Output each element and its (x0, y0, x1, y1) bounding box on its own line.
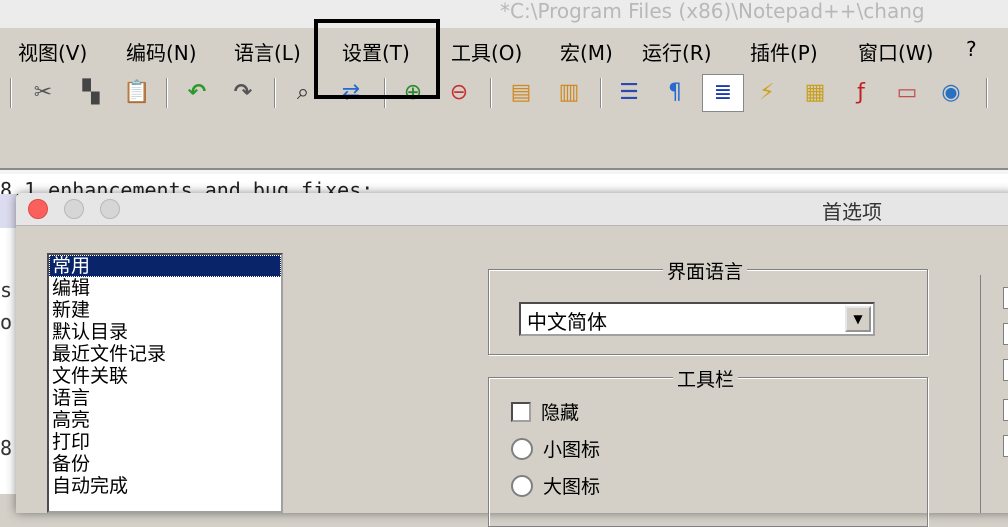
copy-icon[interactable]: ▚ (76, 78, 106, 108)
menu-tools[interactable]: 工具(O) (451, 37, 522, 66)
category-list[interactable]: 常用 编辑 新建 默认目录 最近文件记录 文件关联 语言 高亮 打印 备份 自动… (47, 253, 283, 513)
window-titlebar: *C:\Program Files (x86)\Notepad++\chang (0, 0, 1008, 28)
large-icons-option[interactable]: 大图标 (511, 472, 600, 499)
dialog-titlebar: 首选项 (16, 193, 1008, 226)
menu-language[interactable]: 语言(L) (234, 37, 301, 66)
current-line-highlight (0, 194, 16, 228)
minimize-icon[interactable] (64, 199, 84, 219)
undo-icon[interactable]: ↶ (182, 78, 212, 108)
dialog-title: 首选项 (822, 200, 882, 224)
hide-toolbar-option[interactable]: 隐藏 (511, 398, 579, 425)
redo-icon[interactable]: ↷ (228, 78, 258, 108)
category-highlighting[interactable]: 高亮 (49, 409, 281, 431)
paste-icon[interactable]: 📋 (122, 78, 152, 108)
toolbar-separator (600, 78, 602, 108)
category-recent-files[interactable]: 最近文件记录 (49, 343, 281, 365)
ui-language-label: 界面语言 (663, 257, 748, 284)
category-general[interactable]: 常用 (49, 255, 281, 277)
large-icons-label: 大图标 (543, 476, 601, 498)
toolbar-separator (166, 78, 168, 108)
editor-gutter-char: o (0, 310, 13, 334)
cut-icon[interactable]: ✂ (28, 78, 58, 108)
ui-language-group: 界面语言 中文简体 ▼ (488, 257, 928, 355)
folder-workspace-icon[interactable]: ▭ (892, 78, 922, 108)
option-checkbox[interactable] (1003, 435, 1008, 457)
menu-bar: 视图(V) 编码(N) 语言(L) 设置(T) 工具(O) 宏(M) 运行(R)… (0, 28, 1008, 70)
settings-menu-highlight-box (314, 19, 440, 99)
hide-toolbar-checkbox[interactable] (511, 401, 531, 422)
window-title: *C:\Program Files (x86)\Notepad++\chang (500, 0, 925, 23)
menu-window[interactable]: 窗口(W) (858, 37, 933, 66)
menu-macro[interactable]: 宏(M) (560, 37, 613, 66)
chevron-down-icon[interactable]: ▼ (845, 306, 871, 332)
menu-plugins[interactable]: 插件(P) (750, 37, 818, 66)
toolbar-options-group: 工具栏 隐藏 小图标 大图标 (488, 365, 928, 527)
zoom-out-icon[interactable]: ⊖ (444, 78, 474, 108)
show-all-chars-icon[interactable]: ¶ (660, 78, 690, 108)
category-backup[interactable]: 备份 (49, 453, 281, 475)
user-language-icon[interactable]: ⚡ (752, 78, 782, 108)
option-checkbox[interactable] (1003, 399, 1008, 421)
option-checkbox[interactable] (1003, 323, 1008, 345)
category-default-dir[interactable]: 默认目录 (49, 321, 281, 343)
editor-gutter-char: s (0, 278, 13, 302)
toolbar: ✂ ▚ 📋 ↶ ↷ ⌕ ⇄ ⊕ ⊖ ▤ ▥ ☰ ¶ ≣ ⚡ ▦ ƒ ▭ ◉ (0, 70, 1008, 116)
toolbar-group-label: 工具栏 (673, 365, 739, 392)
ui-language-value: 中文简体 (527, 310, 607, 334)
editor-gutter-char: 8 (0, 436, 13, 460)
toolbar-separator (490, 78, 492, 108)
preferences-dialog: 首选项 常用 编辑 新建 默认目录 最近文件记录 文件关联 语言 高亮 打印 备… (16, 193, 1008, 527)
hide-toolbar-label: 隐藏 (541, 402, 580, 424)
small-icons-label: 小图标 (543, 439, 601, 461)
category-print[interactable]: 打印 (49, 431, 281, 453)
close-icon[interactable] (28, 199, 48, 219)
monitoring-icon[interactable]: ◉ (936, 78, 966, 108)
zoom-icon[interactable] (100, 199, 120, 219)
category-language[interactable]: 语言 (49, 387, 281, 409)
large-icons-radio[interactable] (511, 474, 533, 497)
toolbar-separator (274, 78, 276, 108)
category-new-document[interactable]: 新建 (49, 299, 281, 321)
function-list-icon[interactable]: ƒ (846, 78, 876, 108)
option-checkbox[interactable] (1003, 287, 1008, 309)
small-icons-radio[interactable] (511, 437, 533, 460)
menu-help[interactable]: ? (966, 37, 977, 61)
toolbar-separator (10, 78, 12, 108)
category-editing[interactable]: 编辑 (49, 277, 281, 299)
indent-guide-icon[interactable]: ≣ (702, 74, 744, 112)
small-icons-option[interactable]: 小图标 (511, 435, 600, 462)
right-options-panel (980, 275, 1008, 513)
option-checkbox[interactable] (1003, 359, 1008, 381)
sync-vertical-icon[interactable]: ▤ (506, 78, 536, 108)
document-map-icon[interactable]: ▦ (800, 78, 830, 108)
menu-view[interactable]: 视图(V) (18, 37, 87, 66)
category-file-assoc[interactable]: 文件关联 (49, 365, 281, 387)
menu-encoding[interactable]: 编码(N) (126, 37, 197, 66)
toolbar-separator (986, 78, 988, 108)
menu-run[interactable]: 运行(R) (642, 37, 712, 66)
sync-horizontal-icon[interactable]: ▥ (554, 78, 584, 108)
word-wrap-icon[interactable]: ☰ (614, 78, 644, 108)
ui-language-select[interactable]: 中文简体 ▼ (519, 302, 875, 336)
